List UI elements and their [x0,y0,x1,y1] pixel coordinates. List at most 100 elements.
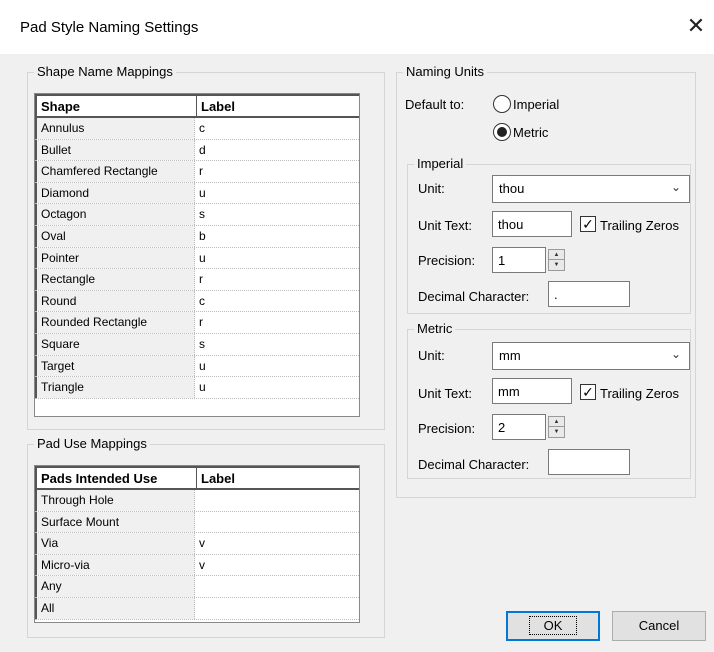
row-label-cell[interactable]: c [195,290,359,312]
row-label-cell[interactable]: u [195,377,359,398]
grid-header: Shape Label [35,94,359,118]
unit-value: mm [499,348,521,363]
table-row[interactable]: Chamfered Rectangle r [35,161,359,183]
naming-units-group: Naming Units Default to: Imperial Metric… [396,64,696,498]
row-label-cell[interactable]: r [195,269,359,290]
metric-trailing-zeros-checkbox[interactable]: ✓ [580,384,596,400]
row-name-cell: Any [35,576,195,597]
row-label-cell[interactable]: v [195,533,359,554]
ok-button[interactable]: OK [506,611,600,641]
metric-decimal-input[interactable] [548,449,630,475]
imperial-unit-select[interactable]: thou ⌄ [492,175,690,203]
table-row[interactable]: Via v [35,533,359,555]
shape-column-header[interactable]: Shape [37,96,197,116]
imperial-trailing-zeros-checkbox[interactable]: ✓ [580,216,596,232]
unit-label: Unit: [418,181,445,196]
table-row[interactable]: Square s [35,333,359,356]
table-row[interactable]: Triangle u [35,377,359,399]
table-row[interactable]: Any [35,576,359,598]
checkmark-icon: ✓ [582,384,594,400]
table-row[interactable]: All [35,597,359,620]
table-row[interactable]: Surface Mount [35,511,359,534]
row-name-cell: Square [35,333,195,355]
table-row[interactable]: Diamond u [35,182,359,205]
decimal-character-label: Decimal Character: [418,457,530,472]
use-column-header[interactable]: Pads Intended Use [37,468,197,488]
label-column-header[interactable]: Label [197,96,359,116]
metric-group: Metric Unit: mm ⌄ Unit Text: ✓ Trailing … [407,321,691,479]
row-label-cell[interactable]: u [195,247,359,269]
row-name-cell: Rounded Rectangle [35,312,195,333]
imperial-radio-label[interactable]: Imperial [513,97,559,112]
row-label-cell[interactable]: c [195,118,359,139]
pad-mappings-grid[interactable]: Pads Intended Use Label Through Hole Surf… [34,465,360,623]
row-label-cell[interactable]: s [195,204,359,225]
row-label-cell[interactable] [195,576,359,597]
row-label-cell[interactable]: s [195,333,359,355]
spin-up-icon[interactable]: ▲ [549,417,564,427]
decimal-character-label: Decimal Character: [418,289,530,304]
close-icon[interactable]: ✕ [684,14,708,38]
table-row[interactable]: Target u [35,355,359,378]
imperial-unit-text-input[interactable] [492,211,572,237]
shape-name-mappings-group: Shape Name Mappings Shape Label Annulus c… [27,64,385,430]
row-label-cell[interactable]: v [195,554,359,576]
metric-precision-input[interactable] [492,414,546,440]
table-row[interactable]: Rounded Rectangle r [35,312,359,334]
ok-label: OK [528,616,578,635]
chevron-down-icon: ⌄ [670,180,681,194]
spin-up-icon[interactable]: ▲ [549,250,564,260]
row-name-cell: Via [35,533,195,554]
pad-group-title: Pad Use Mappings [34,436,150,451]
row-name-cell: Micro-via [35,554,195,576]
row-label-cell[interactable]: r [195,161,359,182]
row-name-cell: Oval [35,225,195,247]
table-row[interactable]: Oval b [35,225,359,248]
naming-units-title: Naming Units [403,64,488,79]
row-label-cell[interactable]: u [195,182,359,204]
cancel-button[interactable]: Cancel [612,611,706,641]
imperial-decimal-input[interactable] [548,281,630,307]
row-label-cell[interactable] [195,490,359,511]
metric-precision-spinner[interactable]: ▲ ▼ [548,416,565,438]
metric-radio-label[interactable]: Metric [513,125,548,140]
title-bar: Pad Style Naming Settings ✕ [0,0,714,54]
imperial-radio[interactable] [493,95,511,113]
spin-down-icon[interactable]: ▼ [549,260,564,270]
metric-radio[interactable] [493,123,511,141]
row-label-cell[interactable]: u [195,355,359,377]
shape-mappings-grid[interactable]: Shape Label Annulus c Bullet d Chamfered Rec… [34,93,360,417]
grid-header: Pads Intended Use Label [35,466,359,490]
table-row[interactable]: Bullet d [35,139,359,162]
spin-down-icon[interactable]: ▼ [549,427,564,437]
row-name-cell: Diamond [35,182,195,204]
row-label-cell[interactable] [195,597,359,619]
row-name-cell: Target [35,355,195,377]
checkmark-icon: ✓ [582,216,594,232]
row-label-cell[interactable]: r [195,312,359,333]
table-row[interactable]: Micro-via v [35,554,359,577]
table-row[interactable]: Round c [35,290,359,313]
row-label-cell[interactable]: b [195,225,359,247]
trailing-zeros-label[interactable]: Trailing Zeros [600,386,679,401]
table-row[interactable]: Through Hole [35,490,359,512]
label-column-header[interactable]: Label [197,468,359,488]
table-row[interactable]: Pointer u [35,247,359,270]
imperial-precision-input[interactable] [492,247,546,273]
shape-group-title: Shape Name Mappings [34,64,176,79]
row-name-cell: Round [35,290,195,312]
imperial-precision-spinner[interactable]: ▲ ▼ [548,249,565,271]
unit-text-label: Unit Text: [418,218,472,233]
row-label-cell[interactable]: d [195,139,359,161]
row-name-cell: Bullet [35,139,195,161]
row-name-cell: Pointer [35,247,195,269]
metric-unit-select[interactable]: mm ⌄ [492,342,690,370]
table-row[interactable]: Rectangle r [35,269,359,291]
window-title: Pad Style Naming Settings [20,19,199,36]
imperial-group: Imperial Unit: thou ⌄ Unit Text: ✓ Trail… [407,156,691,314]
metric-unit-text-input[interactable] [492,378,572,404]
trailing-zeros-label[interactable]: Trailing Zeros [600,218,679,233]
table-row[interactable]: Annulus c [35,118,359,140]
table-row[interactable]: Octagon s [35,204,359,226]
row-label-cell[interactable] [195,511,359,533]
